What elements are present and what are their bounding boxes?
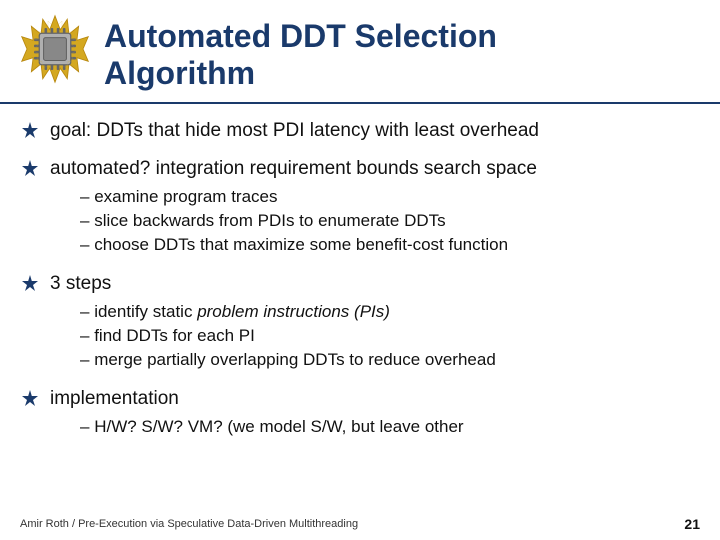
bullet-star-icon-3 [20,274,40,299]
bullet-text-4: implementation [50,386,464,412]
chip-icon [20,14,90,84]
bullet-item-4: implementation H/W? S/W? VM? (we model S… [20,386,690,443]
bullet-text-3: 3 steps [50,271,496,297]
bullet-text-2: automated? integration requirement bound… [50,156,537,182]
bullet-content-2: automated? integration requirement bound… [50,156,537,261]
bullet-item-3: 3 steps identify static problem instruct… [20,271,690,376]
sub-bullets-2: examine program traces slice backwards f… [80,185,537,256]
sub-bullets-4: H/W? S/W? VM? (we model S/W, but leave o… [80,415,464,439]
sub-bullet-4-1: H/W? S/W? VM? (we model S/W, but leave o… [80,415,464,439]
sub-bullets-3: identify static problem instructions (PI… [80,300,496,371]
slide-content: goal: DDTs that hide most PDI latency wi… [0,118,720,444]
slide-header: Automated DDT Selection Algorithm [0,0,720,104]
sub-bullet-3-2: find DDTs for each PI [80,324,496,348]
sub-bullet-2-3: choose DDTs that maximize some benefit-c… [80,233,537,257]
sub-bullet-3-3: merge partially overlapping DDTs to redu… [80,348,496,372]
bullet-item-1: goal: DDTs that hide most PDI latency wi… [20,118,690,146]
bullet-text-1: goal: DDTs that hide most PDI latency wi… [50,118,539,144]
sub-bullet-3-1: identify static problem instructions (PI… [80,300,496,324]
slide-footer: Amir Roth / Pre-Execution via Speculativ… [0,516,720,532]
footer-citation: Amir Roth / Pre-Execution via Speculativ… [20,518,358,530]
bullet-item-2: automated? integration requirement bound… [20,156,690,261]
slide-container: Automated DDT Selection Algorithm goal: … [0,0,720,540]
sub-bullet-2-1: examine program traces [80,185,537,209]
slide-title: Automated DDT Selection Algorithm [104,18,497,92]
page-number: 21 [684,516,700,532]
bullet-star-icon-4 [20,389,40,414]
bullet-content-3: 3 steps identify static problem instruct… [50,271,496,376]
title-line1: Automated DDT Selection [104,18,497,55]
sub-bullet-2-2: slice backwards from PDIs to enumerate D… [80,209,537,233]
title-line2: Algorithm [104,55,497,92]
bullet-content-4: implementation H/W? S/W? VM? (we model S… [50,386,464,443]
bullet-star-icon-1 [20,121,40,146]
bullet-star-icon-2 [20,159,40,184]
